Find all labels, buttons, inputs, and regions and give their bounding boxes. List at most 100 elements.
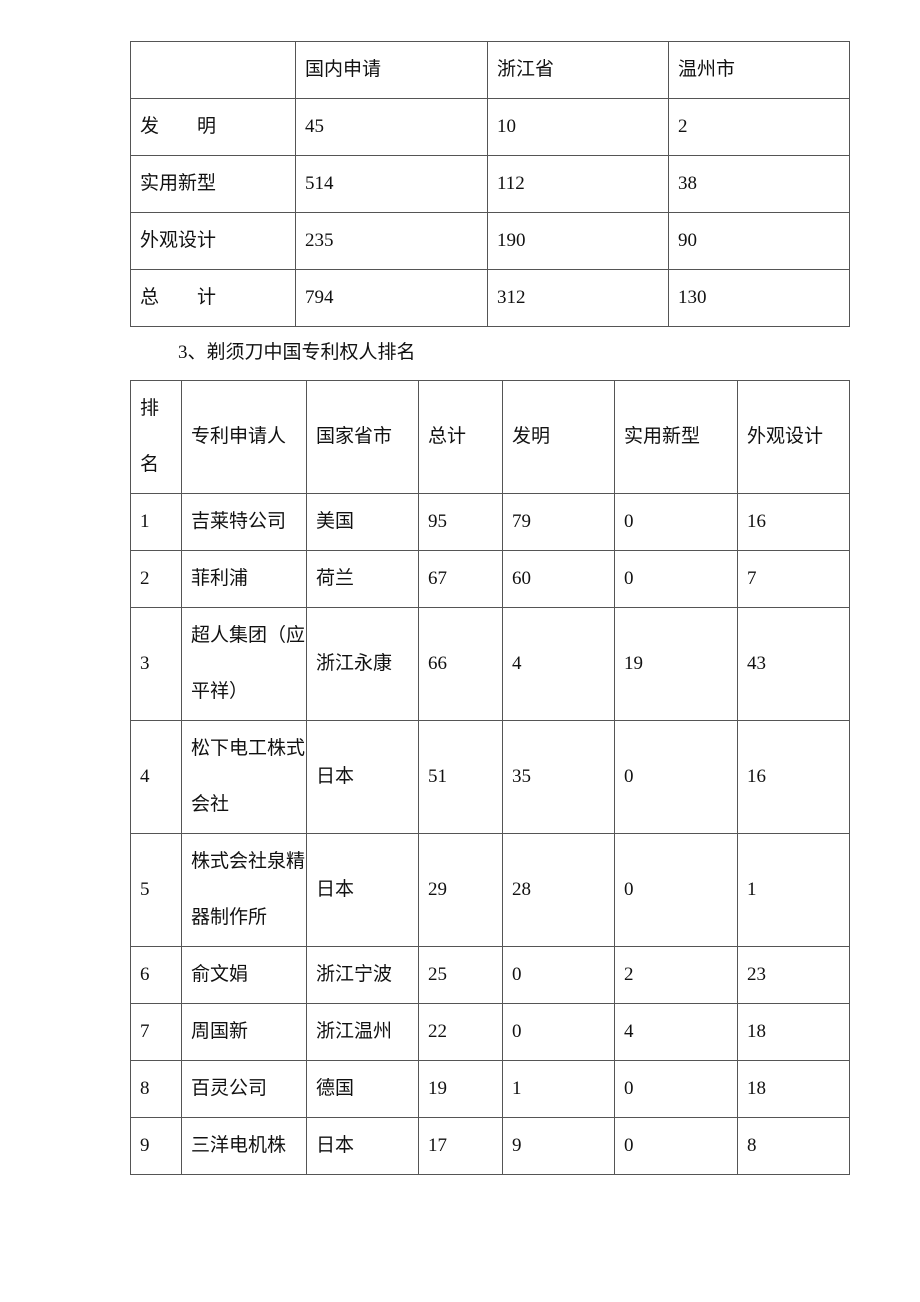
- header-cell: 外观设计: [737, 380, 850, 494]
- rank-cell: 1: [130, 493, 182, 551]
- rank-cell: 9: [130, 1117, 182, 1175]
- table-row: 7 周国新 浙江温州 22 0 4 18: [130, 1003, 850, 1061]
- utility-cell: 0: [614, 550, 738, 608]
- region-cell: 荷兰: [306, 550, 419, 608]
- header-cell-rank: 排 名: [130, 380, 182, 494]
- table-row: 1 吉莱特公司 美国 95 79 0 16: [130, 493, 850, 551]
- header-cell: 专利申请人: [181, 380, 307, 494]
- table-row: 8 百灵公司 德国 19 1 0 18: [130, 1060, 850, 1118]
- invention-cell: 9: [502, 1117, 615, 1175]
- table-cell: 45: [295, 98, 488, 156]
- design-cell: 18: [737, 1060, 850, 1118]
- table-cell: 235: [295, 212, 488, 270]
- applicant-cell: 菲利浦: [181, 550, 307, 608]
- row-label: 发 明: [130, 98, 296, 156]
- table-row: 3 超人集团（应平祥） 浙江永康 66 4 19 43: [130, 607, 850, 721]
- utility-cell: 0: [614, 1060, 738, 1118]
- applicant-cell: 吉莱特公司: [181, 493, 307, 551]
- total-cell: 67: [418, 550, 503, 608]
- invention-cell: 0: [502, 1003, 615, 1061]
- design-cell: 18: [737, 1003, 850, 1061]
- header-cell: 浙江省: [487, 41, 669, 99]
- utility-cell: 0: [614, 1117, 738, 1175]
- invention-cell: 79: [502, 493, 615, 551]
- section-title: 3、剃须刀中国专利权人排名: [178, 342, 416, 363]
- applicant-cell: 三洋电机株: [181, 1117, 307, 1175]
- total-cell: 29: [418, 833, 503, 947]
- applicant-cell: 松下电工株式会社: [181, 720, 307, 834]
- invention-cell: 4: [502, 607, 615, 721]
- header-rank-line: 排: [140, 398, 160, 419]
- applicant-cell: 超人集团（应平祥）: [181, 607, 307, 721]
- table-header-row: 国内申请 浙江省 温州市: [130, 41, 850, 99]
- header-cell: 总计: [418, 380, 503, 494]
- header-cell: 温州市: [668, 41, 850, 99]
- table-row: 外观设计 235 190 90: [130, 212, 850, 270]
- region-cell: 德国: [306, 1060, 419, 1118]
- table-cell: 514: [295, 155, 488, 213]
- invention-cell: 1: [502, 1060, 615, 1118]
- invention-cell: 28: [502, 833, 615, 947]
- design-cell: 16: [737, 493, 850, 551]
- total-cell: 19: [418, 1060, 503, 1118]
- header-rank-line: 名: [140, 454, 160, 475]
- rank-cell: 5: [130, 833, 182, 947]
- utility-cell: 0: [614, 833, 738, 947]
- total-cell: 51: [418, 720, 503, 834]
- table-row: 发 明 45 10 2: [130, 98, 850, 156]
- rank-cell: 8: [130, 1060, 182, 1118]
- total-cell: 66: [418, 607, 503, 721]
- table-header-row: 排 名 专利申请人 国家省市 总计 发明 实用新型 外观设计: [130, 380, 850, 494]
- rank-cell: 7: [130, 1003, 182, 1061]
- region-cell: 浙江宁波: [306, 946, 419, 1004]
- table-row: 5 株式会社泉精器制作所 日本 29 28 0 1: [130, 833, 850, 947]
- region-cell: 浙江永康: [306, 607, 419, 721]
- utility-cell: 4: [614, 1003, 738, 1061]
- table-row: 实用新型 514 112 38: [130, 155, 850, 213]
- applicant-cell: 周国新: [181, 1003, 307, 1061]
- rank-cell: 6: [130, 946, 182, 1004]
- design-cell: 7: [737, 550, 850, 608]
- row-label: 实用新型: [130, 155, 296, 213]
- total-cell: 17: [418, 1117, 503, 1175]
- utility-cell: 0: [614, 720, 738, 834]
- header-cell: 实用新型: [614, 380, 738, 494]
- total-cell: 22: [418, 1003, 503, 1061]
- table-cell: 112: [487, 155, 669, 213]
- row-label: 外观设计: [130, 212, 296, 270]
- applicant-cell: 百灵公司: [181, 1060, 307, 1118]
- design-cell: 16: [737, 720, 850, 834]
- table-cell: 10: [487, 98, 669, 156]
- table-row: 总 计 794 312 130: [130, 269, 850, 327]
- header-cell: 发明: [502, 380, 615, 494]
- design-cell: 1: [737, 833, 850, 947]
- rank-cell: 3: [130, 607, 182, 721]
- table-cell: 130: [668, 269, 850, 327]
- header-cell: [130, 41, 296, 99]
- application-summary-table: 国内申请 浙江省 温州市 发 明 45 10 2 实用新型 514 112 38…: [130, 41, 850, 327]
- design-cell: 8: [737, 1117, 850, 1175]
- table-row: 6 俞文娟 浙江宁波 25 0 2 23: [130, 946, 850, 1004]
- invention-cell: 35: [502, 720, 615, 834]
- region-cell: 美国: [306, 493, 419, 551]
- table-cell: 90: [668, 212, 850, 270]
- utility-cell: 19: [614, 607, 738, 721]
- utility-cell: 2: [614, 946, 738, 1004]
- header-cell: 国内申请: [295, 41, 488, 99]
- total-cell: 95: [418, 493, 503, 551]
- design-cell: 23: [737, 946, 850, 1004]
- total-cell: 25: [418, 946, 503, 1004]
- row-label: 总 计: [130, 269, 296, 327]
- applicant-cell: 株式会社泉精器制作所: [181, 833, 307, 947]
- table-cell: 312: [487, 269, 669, 327]
- region-cell: 日本: [306, 720, 419, 834]
- region-cell: 日本: [306, 1117, 419, 1175]
- invention-cell: 60: [502, 550, 615, 608]
- table-row: 2 菲利浦 荷兰 67 60 0 7: [130, 550, 850, 608]
- applicant-cell: 俞文娟: [181, 946, 307, 1004]
- table-row: 9 三洋电机株 日本 17 9 0 8: [130, 1117, 850, 1175]
- region-cell: 浙江温州: [306, 1003, 419, 1061]
- rank-cell: 2: [130, 550, 182, 608]
- patentee-ranking-table: 排 名 专利申请人 国家省市 总计 发明 实用新型 外观设计 1 吉莱特公司 美国 9…: [130, 380, 850, 1175]
- table-cell: 190: [487, 212, 669, 270]
